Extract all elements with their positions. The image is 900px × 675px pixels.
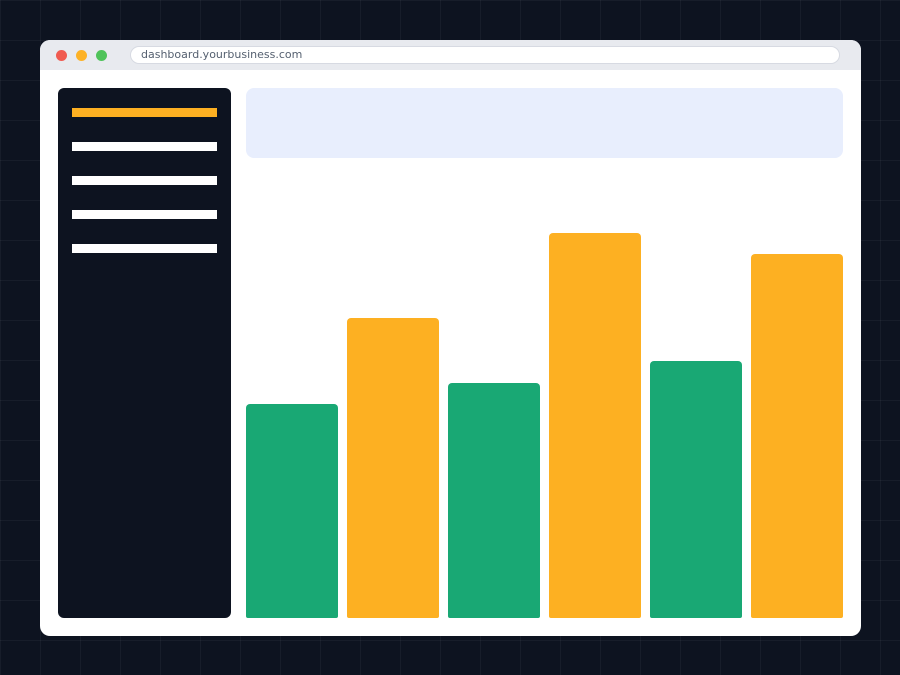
browser-window: dashboard.yourbusiness.com	[40, 40, 861, 636]
bar-chart	[246, 190, 843, 618]
chart-bar	[448, 383, 540, 618]
sidebar-item-active[interactable]	[72, 108, 217, 117]
address-bar[interactable]: dashboard.yourbusiness.com	[130, 46, 840, 64]
close-window-icon[interactable]	[56, 50, 67, 61]
chart-bar	[549, 233, 641, 618]
sidebar-item[interactable]	[72, 244, 217, 253]
sidebar-item[interactable]	[72, 210, 217, 219]
maximize-window-icon[interactable]	[96, 50, 107, 61]
sidebar-item[interactable]	[72, 142, 217, 151]
sidebar	[58, 88, 231, 618]
header-panel	[246, 88, 843, 158]
chart-bar	[246, 404, 338, 618]
chart-bar	[751, 254, 843, 618]
chart-bar	[347, 318, 439, 618]
minimize-window-icon[interactable]	[76, 50, 87, 61]
sidebar-item[interactable]	[72, 176, 217, 185]
browser-titlebar: dashboard.yourbusiness.com	[40, 40, 861, 70]
chart-bar	[650, 361, 742, 618]
